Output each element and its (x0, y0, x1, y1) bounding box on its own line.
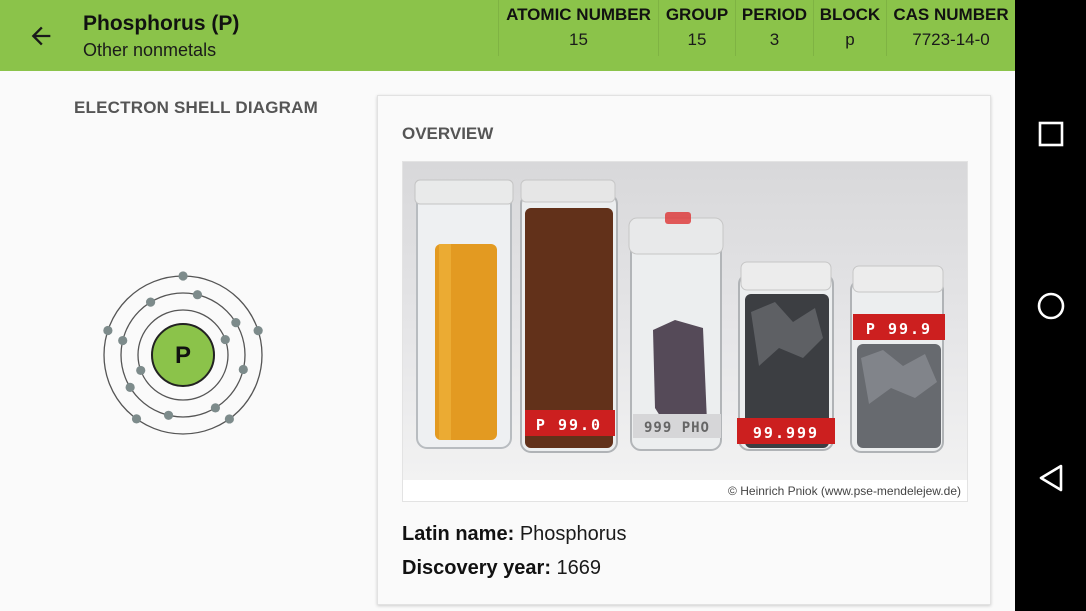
stat-period: PERIOD 3 (735, 0, 813, 56)
latin-name-label: Latin name: (402, 523, 515, 545)
electron (103, 325, 113, 336)
stat-label: CAS NUMBER (893, 5, 1009, 24)
system-back-button[interactable] (1015, 448, 1086, 508)
recents-button[interactable] (1015, 104, 1086, 164)
stat-block: BLOCK p (813, 0, 886, 56)
stat-label: GROUP (665, 5, 729, 24)
electron (192, 290, 203, 300)
triangle-back-icon (1039, 464, 1062, 492)
overview-title: OVERVIEW (402, 124, 494, 143)
element-image-frame: P 99.0 999 PHO 99.999 P 99.9 © Heinrich … (402, 161, 968, 502)
electron (118, 335, 128, 346)
stat-value: p (845, 30, 855, 49)
stat-label: PERIOD (741, 5, 808, 24)
electron-shell-diagram: P (103, 271, 263, 435)
latin-name-row: Latin name: Phosphorus (402, 523, 627, 546)
jar-label: 999 PHO (644, 420, 710, 436)
stat-group: GROUP 15 (658, 0, 735, 56)
stat-value: 3 (769, 30, 780, 49)
overview-card: OVERVIEW P 99.0 999 PHO 99.999 P 99.9 © … (377, 95, 991, 605)
electron (224, 414, 234, 424)
discovery-year-label: Discovery year: (402, 557, 551, 579)
stat-label: BLOCK (819, 5, 881, 24)
stat-value: 7723-14-0 (912, 30, 990, 49)
page-title: Phosphorus (P) (83, 12, 240, 35)
element-category: Other nonmetals (83, 40, 217, 60)
discovery-year-row: Discovery year: 1669 (402, 557, 601, 580)
electron (210, 403, 221, 413)
home-button[interactable] (1015, 276, 1086, 336)
stat-value: 15 (687, 30, 707, 49)
electron (238, 364, 248, 375)
app-header: Phosphorus (P) Other nonmetals ATOMIC NU… (0, 0, 1015, 71)
stat-cas-number: CAS NUMBER 7723-14-0 (886, 0, 1015, 56)
square-recents-icon (1038, 121, 1063, 147)
electron (125, 382, 135, 393)
electron (231, 317, 241, 328)
app: Phosphorus (P) Other nonmetals ATOMIC NU… (0, 0, 1015, 611)
electron (145, 297, 156, 307)
electron (253, 326, 263, 336)
electron (136, 365, 146, 376)
jar-label: 99.999 (753, 424, 819, 442)
circle-home-icon (1037, 292, 1064, 320)
back-button[interactable] (18, 15, 64, 57)
discovery-year-value: 1669 (556, 557, 602, 579)
element-photo: P 99.0 999 PHO 99.999 P 99.9 (403, 162, 967, 480)
title-block: Phosphorus (P) Other nonmetals (83, 11, 239, 62)
element-symbol: P (175, 342, 191, 369)
latin-name-value: Phosphorus (519, 523, 627, 545)
electron (178, 271, 188, 281)
phosphorus-samples-image: P 99.0 999 PHO 99.999 P 99.9 (414, 179, 945, 453)
electron (220, 334, 230, 345)
stat-value: 15 (569, 30, 588, 49)
stat-label: ATOMIC NUMBER (506, 5, 651, 24)
system-nav-bar (1015, 0, 1086, 611)
shell-diagram-title: ELECTRON SHELL DIAGRAM (74, 98, 318, 117)
stat-atomic-number: ATOMIC NUMBER 15 (498, 0, 658, 56)
image-credit: © Heinrich Pniok (www.pse-mendelejew.de) (728, 484, 961, 498)
electron (131, 414, 142, 424)
jar-label: P 99.9 (866, 320, 932, 338)
jar-label: P 99.0 (536, 416, 602, 434)
arrow-back-icon (31, 26, 51, 46)
electron (163, 410, 174, 420)
